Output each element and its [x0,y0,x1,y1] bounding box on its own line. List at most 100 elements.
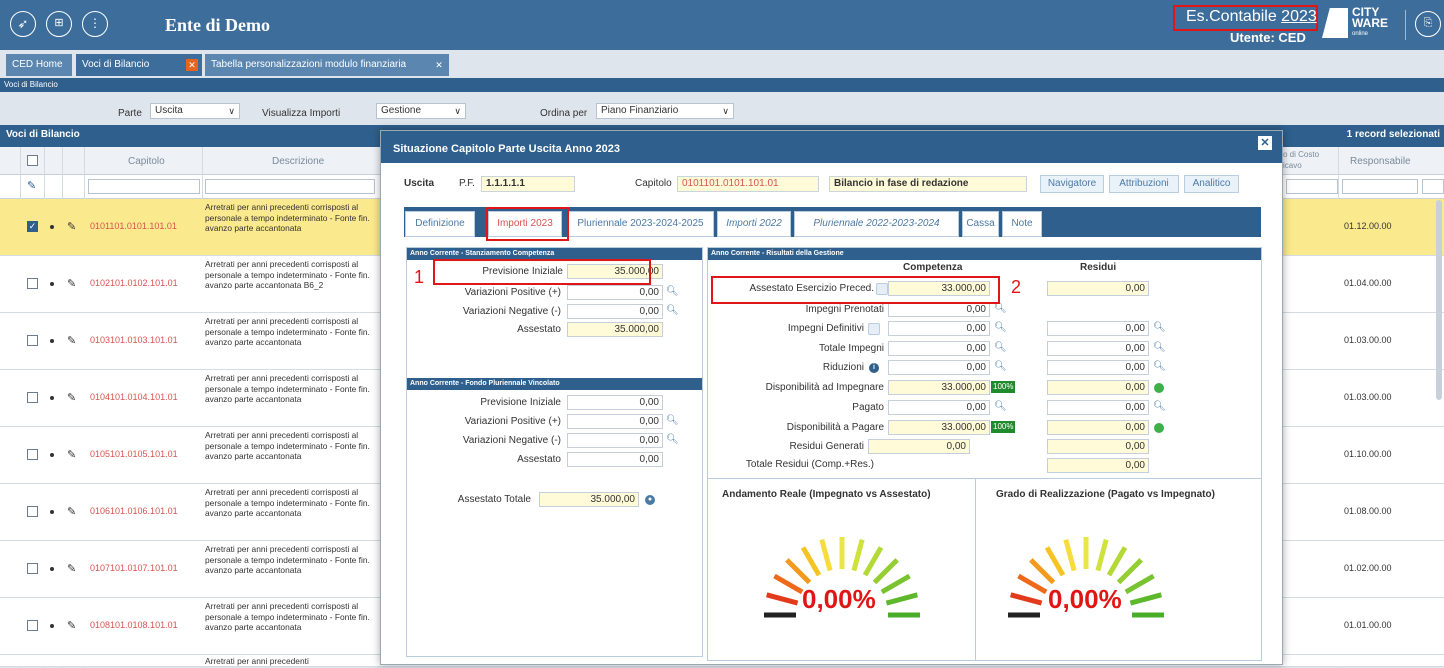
row-checkbox[interactable] [27,449,38,460]
apps-grid-icon[interactable]: ⊞ [46,11,72,37]
select-all-checkbox[interactable] [27,155,38,166]
search-icon[interactable]: 🔍︎ [994,361,1007,372]
navigatore-button[interactable]: Navigatore [1040,175,1104,193]
edit-icon[interactable]: ✎ [67,505,76,518]
attribuzioni-button[interactable]: Attribuzioni [1109,175,1179,193]
view-icon[interactable] [50,396,54,400]
logout-icon[interactable]: ⎘ [1415,11,1441,37]
view-icon[interactable] [50,282,54,286]
grid-icon[interactable] [868,323,880,335]
edit-icon[interactable]: ✎ [67,334,76,347]
close-icon[interactable]: ✕ [433,59,445,71]
info-icon[interactable]: ⋮ [82,11,108,37]
scrollbar[interactable] [1436,200,1442,400]
filter-capitolo-input[interactable] [88,179,200,194]
rocket-icon[interactable]: ➶ [10,11,36,37]
search-icon[interactable]: 🔍︎ [666,415,679,426]
view-icon[interactable] [50,510,54,514]
tab-pluriennale-2023[interactable]: Pluriennale 2023-2024-2025 [567,211,714,237]
row-capitolo[interactable]: 0107101.0107.101.01 [90,563,178,573]
edit-icon[interactable]: ✎ [67,562,76,575]
row-capitolo[interactable]: 0104101.0104.101.01 [90,392,178,402]
search-icon[interactable]: 🔍︎ [994,401,1007,412]
row-checkbox[interactable] [27,620,38,631]
search-icon[interactable]: 🔍︎ [994,303,1007,314]
edit-icon[interactable]: ✎ [67,448,76,461]
ordina-select[interactable]: Piano Finanziario ∨ [596,103,734,119]
search-icon[interactable]: 🔍︎ [666,305,679,316]
view-icon[interactable] [50,453,54,457]
analitico-button[interactable]: Analitico [1184,175,1239,193]
disp-imp-comp: 33.000,00 [888,380,990,395]
view-icon[interactable] [50,624,54,628]
close-icon[interactable]: ✕ [186,59,198,71]
edit-icon[interactable]: ✎ [67,220,76,233]
col-costo[interactable]: o di Costo [1283,150,1319,159]
row-capitolo[interactable]: 0102101.0102.101.01 [90,278,178,288]
search-icon[interactable]: 🔍︎ [1153,342,1166,353]
search-icon[interactable]: 🔍︎ [666,434,679,445]
search-icon[interactable]: 🔍︎ [1153,401,1166,412]
pf-label: P.F. [459,178,475,189]
cityware-logo: CITY WARE online [1352,5,1388,37]
row-capitolo[interactable]: 0101101.0101.101.01 [90,221,177,231]
row-checkbox[interactable] [27,392,38,403]
edit-filter-icon[interactable]: ✎ [27,179,36,192]
imp-def-comp: 0,00 [888,321,990,336]
row-descrizione: Arretrati per anni precedenti corrispost… [205,601,370,632]
view-icon[interactable] [50,567,54,571]
row-checkbox[interactable] [27,335,38,346]
tab-tabella-personalizzazioni[interactable]: Tabella personalizzazioni modulo finanzi… [205,54,449,76]
row-checkbox[interactable] [27,278,38,289]
search-icon[interactable]: 🔍︎ [994,342,1007,353]
tab-ced-home[interactable]: CED Home [6,54,72,76]
col-competenza: Competenza [903,262,963,273]
filter-responsabile-input[interactable] [1342,179,1418,194]
col-costo-2: icavo [1283,161,1302,170]
tab-note[interactable]: Note [1002,211,1042,237]
tab-pluriennale-2022[interactable]: Pluriennale 2022-2023-2024 [794,211,959,237]
edit-icon[interactable]: ✎ [67,391,76,404]
view-icon[interactable] [50,225,54,229]
tot-res-label: Totale Residui (Comp.+Res.) [745,459,874,470]
row-capitolo[interactable]: 0103101.0103.101.01 [90,335,178,345]
info-icon[interactable]: i [869,363,879,373]
tab-cassa[interactable]: Cassa [962,211,999,237]
col-descrizione[interactable]: Descrizione [272,156,324,167]
gauge-tick [1044,546,1066,577]
edit-icon[interactable]: ✎ [67,619,76,632]
gauge-tick [1010,592,1043,606]
search-icon[interactable]: 🔍︎ [994,322,1007,333]
row-checkbox[interactable] [27,506,38,517]
tab-voci-bilancio[interactable]: Voci di Bilancio ✕ [76,54,202,76]
close-icon[interactable]: ✕ [1258,136,1272,150]
fiscal-year-label[interactable]: Es.Contabile 2023 [1186,8,1317,26]
row-capitolo[interactable]: 0108101.0108.101.01 [90,620,178,630]
info-icon[interactable]: ● [645,495,655,505]
edit-icon[interactable]: ✎ [67,277,76,290]
filter-extra-input[interactable] [1422,179,1444,194]
parte-select[interactable]: Uscita ∨ [150,103,240,119]
row-capitolo[interactable]: 0106101.0106.101.01 [90,506,178,516]
tab-importi-2022[interactable]: Importi 2022 [717,211,791,237]
tab-definizione[interactable]: Definizione [405,211,475,237]
tot-imp-comp: 0,00 [888,341,990,356]
pagato-comp: 0,00 [888,400,990,415]
view-icon[interactable] [50,339,54,343]
filter-costo-input[interactable] [1286,179,1338,194]
main-tabs: CED Home Voci di Bilancio ✕ Tabella perso… [0,54,1444,78]
search-icon[interactable]: 🔍︎ [666,286,679,297]
search-icon[interactable]: 🔍︎ [1153,361,1166,372]
search-icon[interactable]: 🔍︎ [1153,322,1166,333]
row-checkbox[interactable] [27,563,38,574]
res-gen-comp: 0,00 [868,439,970,454]
col-responsabile[interactable]: Responsabile [1350,156,1411,167]
row-capitolo[interactable]: 0105101.0105.101.01 [90,449,178,459]
filter-descrizione-input[interactable] [205,179,375,194]
row-descrizione: Arretrati per anni precedenti corrispost… [205,316,370,347]
annotation-box-previsione [433,259,651,285]
selected-count: 1 record selezionati [1346,129,1440,140]
row-checkbox[interactable]: ✓ [27,221,38,232]
importi-select[interactable]: Gestione ∨ [376,103,466,119]
col-capitolo[interactable]: Capitolo [128,156,165,167]
